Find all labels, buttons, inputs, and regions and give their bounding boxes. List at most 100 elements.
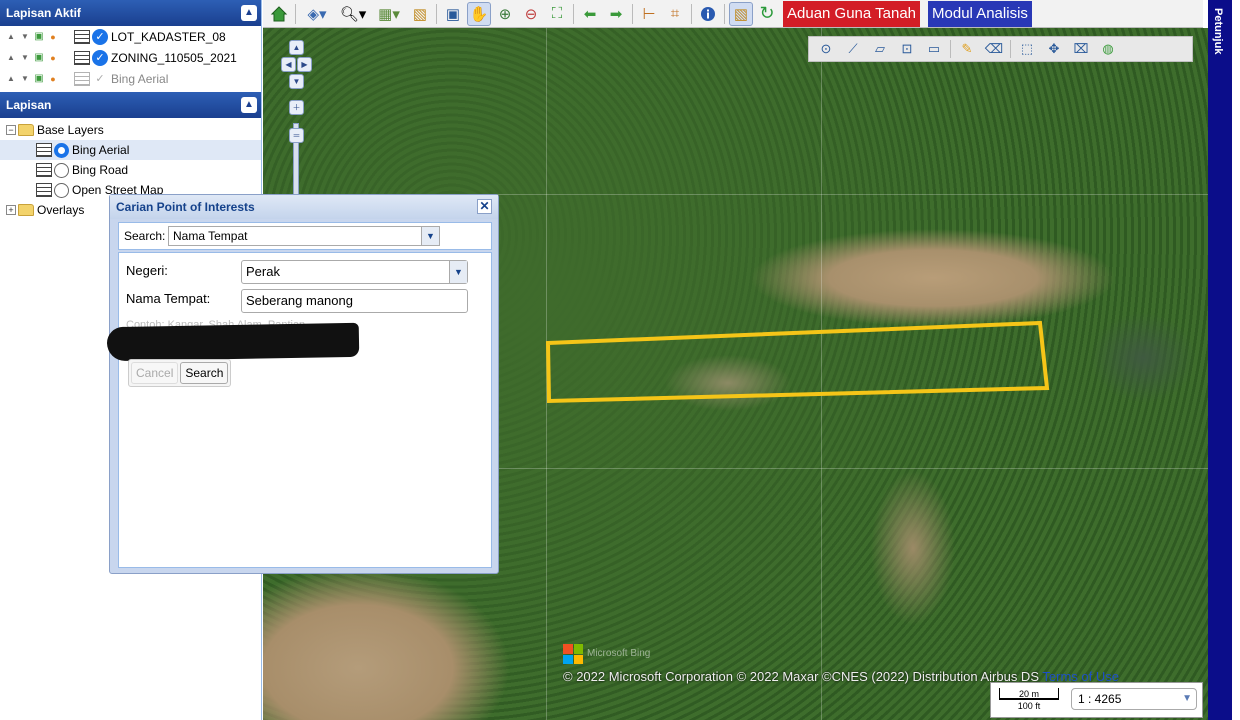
cancel-button[interactable]: Cancel — [131, 362, 179, 384]
radio-icon[interactable] — [54, 162, 69, 178]
search-button[interactable]: Search — [180, 362, 229, 384]
checkbox-icon[interactable]: ✓ — [92, 71, 108, 87]
radio-icon[interactable] — [54, 182, 69, 198]
layer-remove-icon[interactable]: ● — [46, 53, 60, 63]
move-up-icon[interactable]: ▲ — [4, 53, 18, 62]
zoom-menu-icon[interactable]: 🔍︎▾ — [336, 2, 370, 26]
nama-tempat-label: Nama Tempat: — [126, 291, 211, 306]
info-icon[interactable] — [696, 2, 720, 26]
dialog-button-group: Cancel Search — [128, 359, 232, 387]
windows-logo-icon — [563, 644, 583, 664]
draw-point-icon[interactable]: ⊙ — [815, 39, 837, 59]
poi-search-dialog: Carian Point of Interests ✕ Search: Nama… — [106, 194, 499, 574]
pan-down-icon[interactable]: ▼ — [289, 74, 304, 89]
zoom-plus-icon[interactable]: ＋ — [289, 100, 304, 115]
zoom-handle-icon[interactable]: ═ — [289, 128, 304, 143]
layer-label: ZONING_110505_2021 — [111, 50, 237, 65]
expand-tree-icon[interactable]: + — [6, 205, 16, 215]
layer-remove-icon[interactable]: ● — [46, 74, 60, 84]
page-edge — [1232, 0, 1240, 720]
checkbox-icon[interactable]: ✓ — [92, 49, 108, 66]
legend-icon — [74, 29, 90, 44]
nama-tempat-input[interactable]: Seberang manong — [241, 289, 468, 313]
clear-icon[interactable]: ⌧ — [1070, 39, 1092, 59]
tree-node-bing-road[interactable]: Bing Road — [0, 160, 261, 180]
save-icon[interactable]: ▣ — [441, 2, 465, 26]
measure-icon[interactable]: ⊢ — [637, 2, 661, 26]
collapse-icon[interactable]: ▲ — [241, 5, 257, 21]
search-type-label: Search: — [124, 229, 166, 243]
move-down-icon[interactable]: ▼ — [18, 53, 32, 62]
draw-line-icon[interactable]: ⟋ — [842, 39, 864, 59]
forward-arrow-icon[interactable]: ➡ — [604, 2, 628, 26]
collapse-icon[interactable]: ▲ — [241, 97, 257, 113]
dialog-title: Carian Point of Interests — [116, 200, 255, 214]
crop-icon[interactable]: ⌗ — [663, 2, 687, 26]
checkbox-icon[interactable]: ✓ — [92, 28, 108, 45]
layer-properties-icon[interactable]: ▣ — [32, 31, 46, 42]
pan-up-icon[interactable]: ▲ — [289, 40, 304, 55]
layer-properties-icon[interactable]: ▣ — [32, 73, 46, 84]
zoom-out-icon[interactable]: ⊖ — [519, 2, 543, 26]
search-type-row: Search: Nama Tempat ▼ — [118, 222, 492, 250]
move-up-icon[interactable]: ▲ — [4, 74, 18, 83]
eraser-icon[interactable]: ⌫ — [983, 39, 1005, 59]
scale-bar: 20 m 100 ft — [999, 688, 1059, 714]
search-type-select[interactable]: Nama Tempat ▼ — [168, 226, 440, 246]
main-toolbar: ◈▾ 🔍︎▾ ▦▾ ▧ ▣ ✋ ⊕ ⊖ ⛶ ⬅ ➡ ⊢ ⌗ ▧ ↻ Aduan … — [263, 0, 1203, 28]
tree-node-bing-aerial[interactable]: Bing Aerial — [0, 140, 261, 160]
nama-tempat-value: Seberang manong — [246, 293, 353, 308]
toolbar-separator — [724, 3, 725, 24]
tree-label: Base Layers — [37, 123, 104, 137]
negeri-select[interactable]: Perak ▼ — [241, 260, 468, 284]
layers-menu-icon[interactable]: ◈▾ — [300, 2, 334, 26]
full-extent-icon[interactable]: ⛶ — [545, 2, 569, 26]
close-icon[interactable]: ✕ — [477, 199, 492, 214]
dialog-form: Negeri: Perak ▼ Nama Tempat: Seberang ma… — [106, 252, 492, 568]
back-arrow-icon[interactable]: ⬅ — [578, 2, 602, 26]
toolbar-separator — [950, 40, 951, 58]
layer-remove-icon[interactable]: ● — [46, 32, 60, 42]
edit-toolbar: ⊙ ⟋ ▱ ⊡ ▭ ✎ ⌫ ⬚ ✥ ⌧ ◍ — [808, 36, 1193, 62]
grid-menu-icon[interactable]: ▦▾ — [372, 2, 406, 26]
map-select-icon[interactable]: ▧ — [729, 1, 753, 26]
refresh-icon[interactable]: ↻ — [755, 2, 779, 26]
radio-selected-icon[interactable] — [54, 142, 69, 158]
move-down-icon[interactable]: ▼ — [18, 32, 32, 41]
scale-select[interactable]: 1 : 4265 ▼ — [1071, 688, 1197, 710]
legend-icon — [36, 183, 52, 197]
tree-label: Overlays — [37, 203, 85, 217]
aduan-guna-tanah-button[interactable]: Aduan Guna Tanah — [783, 0, 921, 27]
modul-analisis-button[interactable]: Modul Analisis — [928, 0, 1032, 27]
chevron-down-icon[interactable]: ▼ — [449, 261, 467, 283]
layers-header: Lapisan ▲ — [0, 92, 261, 118]
pencil-icon[interactable]: ✎ — [956, 39, 978, 59]
petunjuk-panel[interactable]: Petunjuk — [1208, 0, 1232, 720]
collapse-tree-icon[interactable]: − — [6, 125, 16, 135]
pan-hand-icon[interactable]: ✋ — [467, 1, 491, 26]
toolbar-separator — [436, 3, 437, 24]
home-icon[interactable] — [267, 2, 291, 26]
move-down-icon[interactable]: ▼ — [18, 74, 32, 83]
select-icon[interactable]: ⬚ — [1016, 39, 1038, 59]
dialog-titlebar[interactable]: Carian Point of Interests ✕ — [110, 195, 498, 219]
zoom-in-icon[interactable]: ⊕ — [493, 2, 517, 26]
layer-label: Bing Aerial — [111, 71, 169, 86]
active-layers-header: Lapisan Aktif ▲ — [0, 0, 261, 26]
tree-node-base-layers[interactable]: − Base Layers — [0, 120, 261, 140]
lot-boundary[interactable] — [545, 320, 1050, 404]
chevron-down-icon[interactable]: ▼ — [421, 227, 439, 245]
folder-icon — [18, 204, 34, 216]
draw-label-icon[interactable]: ▭ — [923, 39, 945, 59]
move-up-icon[interactable]: ▲ — [4, 32, 18, 41]
draw-polygon-icon[interactable]: ▱ — [869, 39, 891, 59]
map-icon[interactable]: ▧ — [408, 2, 432, 26]
move-icon[interactable]: ✥ — [1043, 39, 1065, 59]
globe-icon[interactable]: ◍ — [1097, 39, 1119, 59]
draw-box-icon[interactable]: ⊡ — [896, 39, 918, 59]
pan-left-icon[interactable]: ◀ — [281, 57, 296, 72]
scale-control: 20 m 100 ft 1 : 4265 ▼ — [990, 682, 1203, 718]
copyright-text: © 2022 Microsoft Corporation © 2022 Maxa… — [563, 669, 1039, 684]
layer-properties-icon[interactable]: ▣ — [32, 52, 46, 63]
pan-right-icon[interactable]: ▶ — [297, 57, 312, 72]
